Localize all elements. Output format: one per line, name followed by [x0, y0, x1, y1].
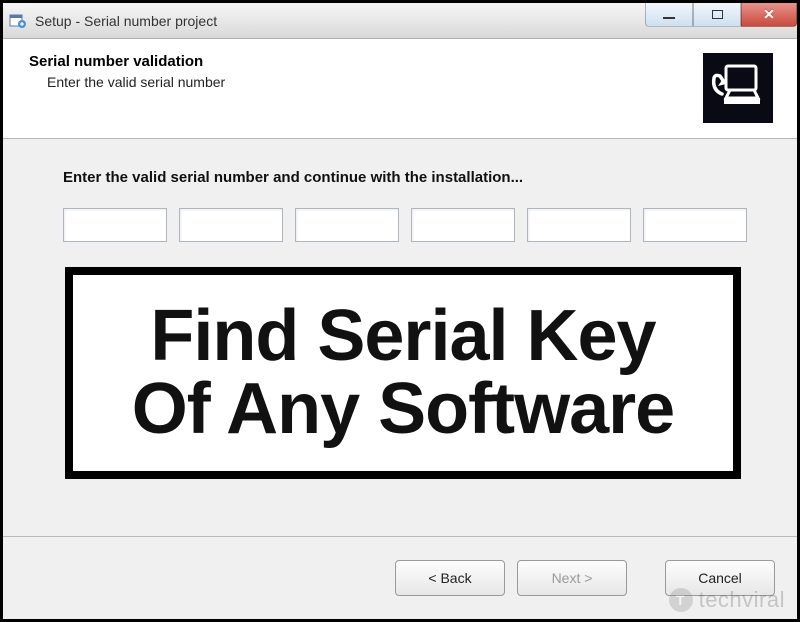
- serial-field-3[interactable]: [295, 208, 399, 242]
- wizard-subheading: Enter the valid serial number: [47, 74, 225, 90]
- maximize-icon: [712, 10, 723, 19]
- watermark-icon: T: [669, 588, 693, 612]
- overlay-line-2: Of Any Software: [132, 373, 674, 446]
- instruction-text: Enter the valid serial number and contin…: [63, 169, 747, 186]
- serial-input-row: [63, 208, 747, 242]
- minimize-icon: [663, 17, 675, 19]
- serial-field-2[interactable]: [179, 208, 283, 242]
- titlebar: Setup - Serial number project ✕: [3, 3, 797, 39]
- next-button[interactable]: Next >: [517, 560, 627, 596]
- overlay-line-1: Find Serial Key: [150, 300, 655, 373]
- wizard-icon: [703, 53, 773, 123]
- window-controls: ✕: [645, 3, 797, 29]
- window-title: Setup - Serial number project: [35, 13, 217, 29]
- wizard-header: Serial number validation Enter the valid…: [3, 39, 797, 139]
- serial-field-5[interactable]: [527, 208, 631, 242]
- watermark-text: techviral: [699, 587, 785, 613]
- installer-icon: [9, 12, 27, 30]
- minimize-button[interactable]: [645, 3, 693, 27]
- serial-field-1[interactable]: [63, 208, 167, 242]
- watermark: T techviral: [669, 587, 785, 613]
- maximize-button[interactable]: [693, 3, 741, 27]
- close-icon: ✕: [763, 6, 775, 23]
- serial-field-4[interactable]: [411, 208, 515, 242]
- back-button[interactable]: < Back: [395, 560, 505, 596]
- overlay-caption: Find Serial Key Of Any Software: [65, 267, 741, 479]
- wizard-heading: Serial number validation: [29, 53, 225, 70]
- wizard-header-text: Serial number validation Enter the valid…: [29, 53, 225, 90]
- serial-field-6[interactable]: [643, 208, 747, 242]
- close-button[interactable]: ✕: [741, 3, 797, 27]
